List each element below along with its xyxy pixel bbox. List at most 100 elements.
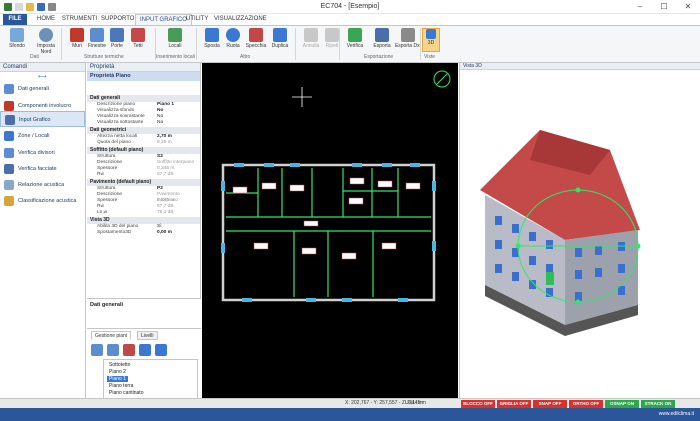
section-header: Pavimento (default piano) bbox=[87, 179, 200, 186]
facade-icon bbox=[4, 164, 14, 174]
gizmo-handle[interactable] bbox=[515, 243, 521, 249]
cmd-label: Componenti involucro bbox=[18, 103, 72, 109]
graphic-input-icon bbox=[5, 115, 15, 125]
tab-home[interactable]: HOME bbox=[33, 14, 59, 25]
gizmo-handle[interactable] bbox=[635, 243, 641, 249]
separator bbox=[339, 28, 340, 60]
separator bbox=[196, 28, 197, 60]
view-3d-button[interactable]: 3D bbox=[422, 28, 440, 52]
tab-utility[interactable]: UTILITY bbox=[182, 14, 212, 25]
property-value[interactable]: No bbox=[157, 120, 163, 126]
background-icon bbox=[10, 28, 24, 42]
close-button[interactable]: ✕ bbox=[676, 0, 700, 14]
cmd-verifica-facciate[interactable]: Verifica facciate bbox=[0, 161, 85, 177]
button-label: Muri bbox=[72, 43, 82, 49]
export-button[interactable]: Esporta bbox=[368, 28, 396, 49]
property-value: 57,7 dB bbox=[157, 172, 174, 177]
tab-file[interactable]: FILE bbox=[3, 14, 27, 25]
property-key: Rw bbox=[97, 172, 104, 177]
redo-icon bbox=[325, 28, 339, 42]
group-label: Strutture termiche bbox=[84, 54, 124, 60]
toggle-blocco[interactable]: BLOCCO OFF bbox=[461, 400, 495, 408]
toggle-snap[interactable]: SNAP OFF bbox=[533, 400, 567, 408]
toggle-osnap[interactable]: OSNAP ON bbox=[605, 400, 639, 408]
properties-subtitle: Proprietà Piano bbox=[87, 72, 200, 81]
section-header: Soffitto (default piano) bbox=[87, 147, 200, 154]
roofs-button[interactable]: Tetti bbox=[124, 28, 152, 49]
toggle-griglia[interactable]: GRIGLIA OFF bbox=[497, 400, 531, 408]
floor-item[interactable]: Sottotetto bbox=[107, 362, 132, 368]
cmd-label: Input Grafico bbox=[19, 117, 51, 123]
section-header: Vista 3D bbox=[87, 217, 200, 224]
property-row[interactable]: Quota del piano 6,15 m bbox=[87, 140, 200, 146]
status-bar: X: 202,767 - Y: 257,557 - Z: 6,145 m U.M… bbox=[0, 398, 700, 408]
cmd-zone-locali[interactable]: Zone / Locali bbox=[0, 128, 85, 144]
zones-icon bbox=[4, 131, 14, 141]
description-title: Dati generali bbox=[90, 302, 124, 308]
general-data-icon bbox=[4, 84, 14, 94]
button-label: Sfondo bbox=[9, 43, 25, 49]
move-down-icon[interactable] bbox=[139, 344, 151, 356]
toggle-strack[interactable]: STRACK ON bbox=[641, 400, 675, 408]
cmd-dati-generali[interactable]: Dati generali bbox=[0, 81, 85, 97]
tab-strumenti[interactable]: STRUMENTI bbox=[58, 14, 101, 25]
property-row[interactable]: Visualizza sottostante No bbox=[87, 120, 200, 126]
maximize-button[interactable]: ☐ bbox=[652, 0, 676, 14]
button-label: 3D bbox=[427, 40, 435, 46]
building-3d-model[interactable] bbox=[460, 70, 700, 397]
floor-item[interactable]: Piano terra bbox=[107, 383, 135, 389]
add-floor-below-icon[interactable] bbox=[107, 344, 119, 356]
verify-button[interactable]: Verifica bbox=[341, 28, 369, 49]
floor-item[interactable]: Piano cantinato bbox=[107, 390, 145, 396]
3d-view-icon bbox=[426, 29, 436, 39]
move-up-icon[interactable] bbox=[155, 344, 167, 356]
units-readout: U.M.: m bbox=[405, 400, 423, 406]
title-bar: EC704 - [Esempio] – ☐ ✕ bbox=[0, 0, 700, 14]
gizmo-handle[interactable] bbox=[575, 187, 581, 193]
property-row[interactable]: Spostamento3D 0,00 m bbox=[87, 230, 200, 236]
move-icon bbox=[205, 28, 219, 42]
delete-floor-icon[interactable] bbox=[123, 344, 135, 356]
toggle-ortho[interactable]: ORTHO OFF bbox=[569, 400, 603, 408]
export-dxf-button[interactable]: Esporta Dxf bbox=[394, 28, 422, 49]
property-value: 76,3 dB bbox=[157, 210, 174, 215]
cmd-label: Classificazione acustica bbox=[18, 198, 77, 204]
floor-item-selected[interactable]: Piano 1 bbox=[107, 376, 128, 382]
group-label: Inserimento locali bbox=[156, 54, 195, 60]
cmd-relazione-acustica[interactable]: Relazione acustica bbox=[0, 177, 85, 193]
view-3d[interactable]: Vista 3D bbox=[459, 63, 700, 398]
set-north-button[interactable]: Imposta Nord bbox=[32, 28, 60, 55]
pin-icon[interactable]: ⟷ bbox=[38, 73, 47, 80]
tab-visualizzazione[interactable]: VISUALIZZAZIONE bbox=[210, 14, 271, 25]
property-value[interactable]: 0,00 m bbox=[157, 230, 172, 236]
background-button[interactable]: Sfondo bbox=[3, 28, 31, 49]
cmd-verifica-divisori[interactable]: Verifica divisori bbox=[0, 145, 85, 161]
cmd-classificazione-acustica[interactable]: Classificazione acustica bbox=[0, 193, 85, 209]
inner-walls[interactable] bbox=[226, 168, 431, 297]
minimize-button[interactable]: – bbox=[628, 0, 652, 14]
floor-plan-view[interactable] bbox=[202, 63, 458, 398]
duplicate-button[interactable]: Duplica bbox=[266, 28, 294, 49]
room-labels[interactable] bbox=[232, 177, 421, 260]
cmd-input-grafico[interactable]: Input Grafico bbox=[0, 111, 85, 127]
property-key: Spostamento3D bbox=[97, 230, 132, 235]
rotate-icon bbox=[226, 28, 240, 42]
rooms-button[interactable]: Locali bbox=[161, 28, 189, 49]
property-key: Visualizza sottostante bbox=[97, 120, 144, 125]
button-label: Duplica bbox=[271, 43, 289, 49]
button-label: Tetti bbox=[133, 43, 143, 49]
website-link[interactable]: www.edilclima.it bbox=[659, 411, 694, 417]
north-compass-icon[interactable] bbox=[433, 70, 451, 88]
tab-supporto[interactable]: SUPPORTO bbox=[97, 14, 138, 25]
gizmo-handle[interactable] bbox=[575, 299, 581, 305]
floor-plan-drawing[interactable] bbox=[202, 63, 458, 398]
floors-panel: Gestione piani Livelli Sottotetto Piano … bbox=[87, 328, 201, 408]
floor-item[interactable]: Piano 2 bbox=[107, 369, 128, 375]
cmd-label: Dati generali bbox=[18, 86, 49, 92]
add-floor-above-icon[interactable] bbox=[91, 344, 103, 356]
door-icon bbox=[110, 28, 124, 42]
group-label: Dati bbox=[30, 54, 39, 60]
tab-gestione-piani[interactable]: Gestione piani bbox=[91, 331, 131, 340]
tab-livelli[interactable]: Livelli bbox=[137, 331, 158, 340]
entrance-door bbox=[546, 272, 554, 285]
